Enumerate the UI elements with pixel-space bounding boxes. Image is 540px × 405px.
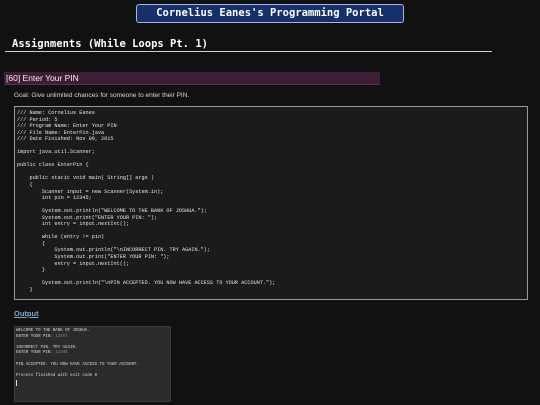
portal-title[interactable]: Cornelius Eanes's Programming Portal [136,4,404,23]
output-link[interactable]: Output [14,309,39,318]
console-user-input: 12345 [55,351,68,356]
console-line-text: INCORRECT PIN. TRY AGAIN. [16,345,78,350]
console-line-text: Process finished with exit code 0 [16,373,98,378]
page-heading: Assignments (While Loops Pt. 1) [12,38,208,50]
assignment-title: [60] Enter Your PIN [6,73,79,83]
code-listing: /// Name: Cornelius Eanes /// Period: 5 … [14,106,528,300]
assignment-title-bar: [60] Enter Your PIN [4,72,380,85]
console-cursor [16,380,17,387]
console-line: Process finished with exit code 0 [16,374,170,380]
heading-divider [5,51,492,52]
console-output: WELCOME TO THE BANK OF JOSHUA. ENTER YOUR… [14,326,171,402]
code-text: /// Name: Cornelius Eanes /// Period: 5 … [17,110,276,293]
console-user-input: 12457 [55,334,68,339]
console-line-text: PIN ACCEPTED. YOU NOW HAVE ACCESS TO YOU… [16,362,139,367]
console-line-text: WELCOME TO THE BANK OF JOSHUA. [16,329,90,333]
console-line-text: ENTER YOUR PIN: [16,351,56,356]
console-line-text: ENTER YOUR PIN: [16,334,56,339]
assignment-goal: Goal: Give unlimited chances for someone… [14,92,190,99]
